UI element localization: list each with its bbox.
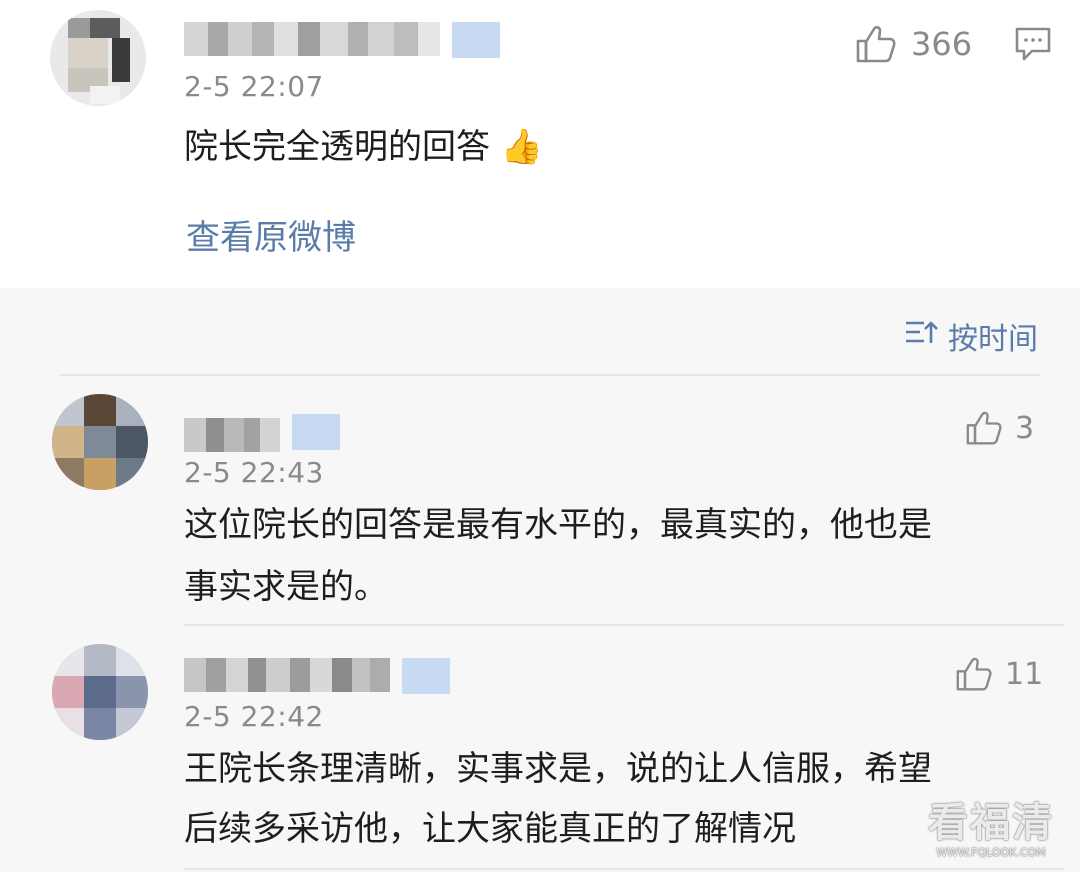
divider xyxy=(184,868,1064,870)
divider xyxy=(184,624,1064,626)
commenter-avatar[interactable] xyxy=(52,644,148,740)
like-button[interactable]: 366 xyxy=(855,24,972,64)
post-time: 2-5 22:07 xyxy=(184,70,324,103)
commenter-avatar[interactable] xyxy=(52,394,148,490)
sort-by-time-button[interactable]: 按时间 xyxy=(904,314,1038,358)
thumbs-up-icon xyxy=(955,656,993,692)
thumbs-up-icon xyxy=(855,24,897,64)
verified-badge xyxy=(292,414,340,450)
view-original-link[interactable]: 查看原微博 xyxy=(186,210,356,259)
like-count: 11 xyxy=(1005,656,1044,692)
divider xyxy=(60,374,1040,376)
like-count: 3 xyxy=(1015,410,1035,446)
like-button[interactable]: 3 xyxy=(965,410,1034,446)
sort-label: 按时间 xyxy=(948,322,1038,357)
commenter-name[interactable] xyxy=(184,658,390,692)
verified-badge xyxy=(452,22,500,58)
reply-section: 按时间 2-5 22:43 3 这位院长的回答是最有水平的，最真实的，他也是 事… xyxy=(0,288,1080,872)
main-post: 2-5 22:07 366 院长完全透明的回答 👍 查看原微博 xyxy=(0,0,1080,288)
comment-time: 2-5 22:43 xyxy=(184,456,324,489)
comment-content-line: 后续多采访他，让大家能真正的了解情况 xyxy=(184,809,796,849)
author-name[interactable] xyxy=(184,22,440,56)
watermark-logo: 看福清 WWW.FQLOOK.COM xyxy=(928,790,1054,859)
like-count: 366 xyxy=(911,25,973,63)
comment-icon[interactable] xyxy=(1014,26,1052,66)
comment-content-line: 事实求是的。 xyxy=(184,567,388,607)
author-avatar[interactable] xyxy=(50,10,146,106)
comment-content-line: 王院长条理清晰，实事求是，说的让人信服，希望 xyxy=(184,749,932,789)
watermark-text: 看福清 xyxy=(928,799,1054,846)
sort-icon xyxy=(904,317,940,355)
comment-time: 2-5 22:42 xyxy=(184,700,324,733)
thumbs-up-icon xyxy=(965,410,1003,446)
like-button[interactable]: 11 xyxy=(955,656,1043,692)
commenter-name[interactable] xyxy=(184,418,280,452)
comment-content-line: 这位院长的回答是最有水平的，最真实的，他也是 xyxy=(184,505,932,545)
post-content: 院长完全透明的回答 👍 xyxy=(184,127,544,167)
watermark-url: WWW.FQLOOK.COM xyxy=(936,846,1046,859)
verified-badge xyxy=(402,658,450,694)
